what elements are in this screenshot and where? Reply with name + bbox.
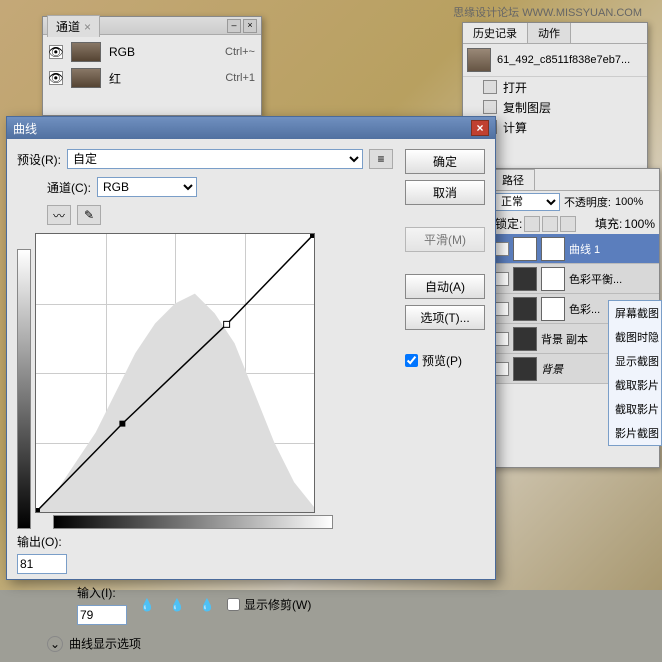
channel-row[interactable]: 👁 红 Ctrl+1 bbox=[43, 65, 261, 91]
input-input[interactable] bbox=[77, 605, 127, 625]
fill-label: 填充: bbox=[595, 215, 622, 232]
close-icon[interactable]: × bbox=[84, 20, 91, 34]
channel-shortcut: Ctrl+1 bbox=[225, 72, 255, 84]
input-gradient bbox=[53, 515, 333, 529]
tab-paths[interactable]: 路径 bbox=[491, 169, 535, 190]
preset-select[interactable]: 自定 bbox=[67, 149, 363, 169]
fill-value[interactable]: 100% bbox=[624, 217, 655, 231]
show-clipping-checkbox[interactable]: 显示修剪(W) bbox=[227, 596, 311, 613]
lock-label: 锁定: bbox=[495, 215, 522, 232]
copy-layer-icon bbox=[483, 100, 497, 114]
tab-actions[interactable]: 动作 bbox=[528, 23, 571, 43]
layer-thumb bbox=[513, 297, 537, 321]
layers-tabs: 路径 bbox=[491, 169, 659, 191]
visibility-icon[interactable] bbox=[495, 272, 509, 286]
white-eyedropper-icon[interactable]: 💧 bbox=[197, 595, 217, 615]
visibility-icon[interactable]: 👁 bbox=[49, 45, 63, 59]
dialog-title: 曲线 bbox=[13, 120, 37, 137]
close-button[interactable]: × bbox=[471, 120, 489, 136]
history-snapshot[interactable]: 61_492_c8511f838e7eb7... bbox=[463, 44, 647, 77]
ctx-capture-video2[interactable]: 截取影片 bbox=[609, 397, 661, 421]
curve-graph[interactable] bbox=[35, 233, 315, 513]
channel-row[interactable]: 👁 RGB Ctrl+~ bbox=[43, 39, 261, 65]
ctx-hide[interactable]: 截图时隐 bbox=[609, 325, 661, 349]
lock-position-icon[interactable] bbox=[542, 216, 558, 232]
preset-label: 预设(R): bbox=[17, 151, 61, 168]
visibility-icon[interactable] bbox=[495, 362, 509, 376]
curve-tool-icon[interactable]: 〰 bbox=[47, 205, 71, 225]
visibility-icon[interactable] bbox=[495, 242, 509, 256]
pencil-tool-icon[interactable]: ✎ bbox=[77, 205, 101, 225]
watermark: 思缘设计论坛 WWW.MISSYUAN.COM bbox=[453, 4, 642, 20]
mask-thumb bbox=[541, 297, 565, 321]
output-gradient bbox=[17, 249, 31, 529]
layer-thumb bbox=[513, 237, 537, 261]
cancel-button[interactable]: 取消 bbox=[405, 180, 485, 205]
black-eyedropper-icon[interactable]: 💧 bbox=[137, 595, 157, 615]
channels-panel: 通道× – × 👁 RGB Ctrl+~ 👁 红 Ctrl+1 bbox=[42, 16, 262, 116]
close-icon[interactable]: × bbox=[243, 19, 257, 33]
channel-thumb bbox=[71, 68, 101, 88]
ok-button[interactable]: 确定 bbox=[405, 149, 485, 174]
opacity-value[interactable]: 100% bbox=[615, 196, 655, 208]
channel-list: 👁 RGB Ctrl+~ 👁 红 Ctrl+1 bbox=[43, 35, 261, 95]
expand-icon[interactable]: ⌄ bbox=[47, 636, 63, 652]
ctx-capture-video[interactable]: 截取影片 bbox=[609, 373, 661, 397]
smooth-button: 平滑(M) bbox=[405, 227, 485, 252]
channel-name: RGB bbox=[109, 45, 225, 59]
open-icon bbox=[483, 80, 497, 94]
output-label: 输出(O): bbox=[17, 533, 67, 550]
ctx-screenshot[interactable]: 屏幕截图 bbox=[609, 301, 661, 325]
mask-thumb bbox=[541, 237, 565, 261]
preset-menu-icon[interactable]: ≡ bbox=[369, 149, 393, 169]
gray-eyedropper-icon[interactable]: 💧 bbox=[167, 595, 187, 615]
options-button[interactable]: 选项(T)... bbox=[405, 305, 485, 330]
layer-row[interactable]: 色彩平衡... bbox=[491, 264, 659, 294]
curve-line bbox=[36, 234, 314, 512]
channels-titlebar[interactable]: 通道× – × bbox=[43, 17, 261, 35]
context-menu: 屏幕截图 截图时隐 显示截图 截取影片 截取影片 影片截图 bbox=[608, 300, 662, 446]
layer-row[interactable]: 曲线 1 bbox=[491, 234, 659, 264]
visibility-icon[interactable] bbox=[495, 302, 509, 316]
snapshot-thumb bbox=[467, 48, 491, 72]
output-input[interactable] bbox=[17, 554, 67, 574]
lock-pixels-icon[interactable] bbox=[524, 216, 540, 232]
opacity-label: 不透明度: bbox=[564, 194, 611, 210]
history-item[interactable]: 打开 bbox=[463, 77, 647, 97]
tab-history[interactable]: 历史记录 bbox=[463, 23, 528, 43]
visibility-icon[interactable]: 👁 bbox=[49, 71, 63, 85]
layer-thumb bbox=[513, 327, 537, 351]
curves-dialog: 曲线 × 预设(R): 自定 ≡ 通道(C): RGB 〰 ✎ bbox=[6, 116, 496, 580]
channels-tab[interactable]: 通道× bbox=[47, 15, 100, 37]
channel-thumb bbox=[71, 42, 101, 62]
mask-thumb bbox=[541, 267, 565, 291]
channel-label: 通道(C): bbox=[47, 179, 91, 196]
channel-name: 红 bbox=[109, 70, 225, 87]
minimize-icon[interactable]: – bbox=[227, 19, 241, 33]
curves-titlebar[interactable]: 曲线 × bbox=[7, 117, 495, 139]
layer-thumb bbox=[513, 357, 537, 381]
preview-checkbox[interactable]: 预览(P) bbox=[405, 352, 485, 369]
ctx-video-shot[interactable]: 影片截图 bbox=[609, 421, 661, 445]
snapshot-name: 61_492_c8511f838e7eb7... bbox=[497, 54, 630, 66]
ctx-show[interactable]: 显示截图 bbox=[609, 349, 661, 373]
expand-label: 曲线显示选项 bbox=[69, 635, 141, 652]
blend-mode-select[interactable]: 正常 bbox=[495, 193, 560, 211]
history-item[interactable]: 复制图层 bbox=[463, 97, 647, 117]
lock-all-icon[interactable] bbox=[560, 216, 576, 232]
channel-shortcut: Ctrl+~ bbox=[225, 46, 255, 58]
input-label: 输入(I): bbox=[77, 584, 127, 601]
history-tabs: 历史记录 动作 bbox=[463, 23, 647, 44]
visibility-icon[interactable] bbox=[495, 332, 509, 346]
auto-button[interactable]: 自动(A) bbox=[405, 274, 485, 299]
layer-thumb bbox=[513, 267, 537, 291]
channel-select[interactable]: RGB bbox=[97, 177, 197, 197]
